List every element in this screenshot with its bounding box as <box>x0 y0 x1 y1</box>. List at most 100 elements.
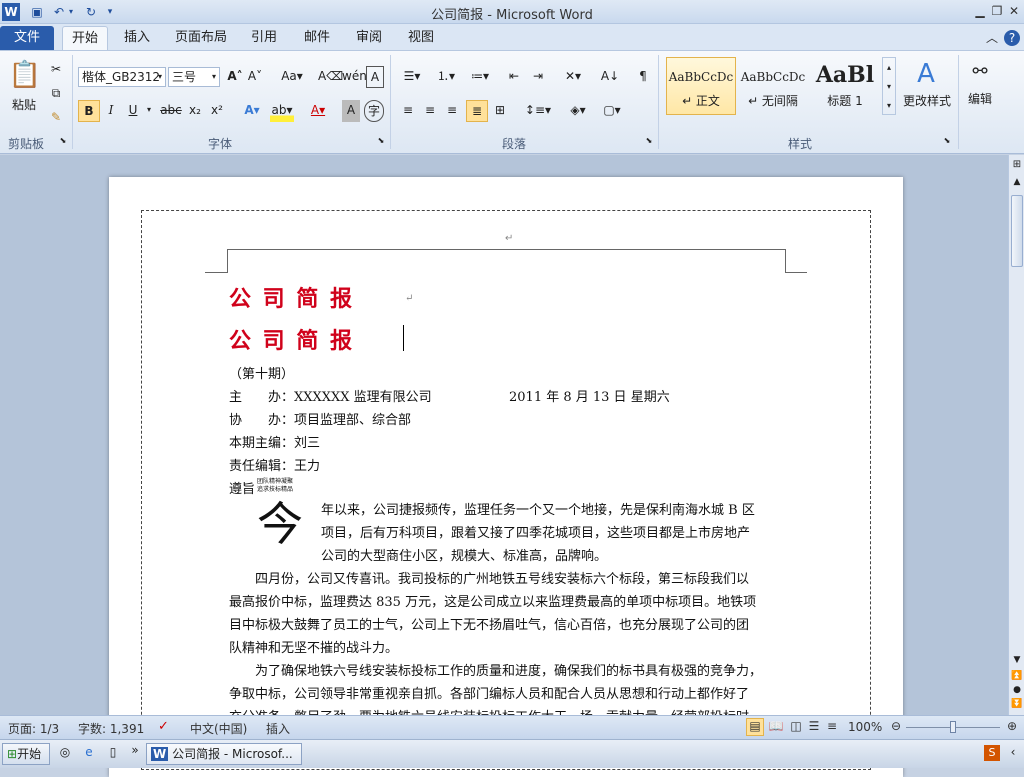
align-center-icon[interactable]: ≡ <box>420 100 440 122</box>
bullets-icon[interactable]: ☰▾ <box>398 66 426 88</box>
enclose-characters-icon[interactable]: 字 <box>364 100 384 122</box>
cohost-line[interactable]: 协 办：项目监理部、综合部 <box>229 409 411 428</box>
format-painter-icon[interactable]: ✎ <box>46 107 66 129</box>
insert-mode-indicator[interactable]: 插入 <box>266 720 290 737</box>
editing-button[interactable]: 编辑 <box>962 89 998 111</box>
tab-page-layout[interactable]: 页面布局 <box>170 26 232 50</box>
paragraph-1-line-2[interactable]: 项目，后有万科项目，跟着又接了四季花城项目，这些项目都是上市房地产 <box>321 522 750 541</box>
proofing-icon[interactable]: ✓ <box>158 719 169 734</box>
tray-app-icon[interactable]: S <box>984 745 1000 761</box>
paragraph-3-line-2[interactable]: 争取中标，公司领导非常重视亲自抓。各部门编标人员和配合人员从思想和行动上都作好了 <box>229 683 749 702</box>
start-button[interactable]: ⊞开始 <box>2 743 50 765</box>
underline-button[interactable]: U <box>124 100 142 122</box>
decrease-indent-icon[interactable]: ⇤ <box>504 66 524 88</box>
minimize-icon[interactable]: ▁ <box>972 3 988 19</box>
change-case-icon[interactable]: Aa▾ <box>278 66 306 88</box>
tab-mailings[interactable]: 邮件 <box>296 26 338 50</box>
distributed-icon[interactable]: ⊞ <box>490 100 510 122</box>
character-shading-icon[interactable]: A <box>342 100 360 122</box>
clipboard-launcher-icon[interactable]: ⬊ <box>58 135 68 147</box>
numbering-icon[interactable]: ⒈▾ <box>432 66 460 88</box>
style-no-spacing[interactable]: AaBbCcDc ↵ 无间隔 <box>738 57 808 115</box>
increase-indent-icon[interactable]: ⇥ <box>528 66 548 88</box>
find-binoculars-icon[interactable]: ⚯ <box>966 57 994 87</box>
ruler-toggle-icon[interactable]: ⊞ <box>1010 159 1024 175</box>
paragraph-1-line-3[interactable]: 公司的大型商住小区，规模大、标准高，品牌响。 <box>321 545 607 564</box>
text-effects-icon[interactable]: A▾ <box>240 100 264 122</box>
styles-launcher-icon[interactable]: ⬊ <box>942 135 952 147</box>
restore-icon[interactable]: ❐ <box>989 3 1005 19</box>
justify-icon[interactable]: ≣ <box>466 100 488 122</box>
paragraph-3-line-1[interactable]: 为了确保地铁六号线安装标投标工作的质量和进度，确保我们的标书具有极强的竞争力， <box>255 660 762 679</box>
tab-insert[interactable]: 插入 <box>116 26 158 50</box>
align-right-icon[interactable]: ≡ <box>442 100 462 122</box>
change-styles-button[interactable]: 更改样式 <box>900 91 954 113</box>
zoom-in-icon[interactable]: ⊕ <box>1004 719 1020 733</box>
italic-button[interactable]: I <box>102 100 120 122</box>
paragraph-1-line-1[interactable]: 年以来，公司捷报频传，监理任务一个又一个地接，先是保利南海水城 B 区 <box>321 499 755 518</box>
subscript-icon[interactable]: x₂ <box>186 100 204 122</box>
next-page-icon[interactable]: ⏬ <box>1010 699 1024 713</box>
scroll-thumb[interactable] <box>1011 195 1023 267</box>
borders-icon[interactable]: ▢▾ <box>598 100 626 122</box>
doc-title-2[interactable]: 公 司 简 报 <box>229 323 354 355</box>
paragraph-2-line-3[interactable]: 目中标极大鼓舞了员工的士气，公司上下无不扬眉吐气，信心百倍，也充分展现了公司的团 <box>229 614 749 633</box>
align-left-icon[interactable]: ≡ <box>398 100 418 122</box>
document-page[interactable]: ↵ 公 司 简 报 ↵ 公 司 简 报 （第十期） 主 办：XXXXXX 监理有… <box>109 177 903 777</box>
tray-expand-icon[interactable]: ‹ <box>1006 745 1020 759</box>
chief-editor-line[interactable]: 本期主编：刘三 <box>229 432 320 451</box>
font-name-combo[interactable]: 楷体_GB2312 ▾ <box>78 67 166 87</box>
language-indicator[interactable]: 中文(中国) <box>190 720 247 737</box>
shrink-font-icon[interactable]: A˅ <box>246 66 264 88</box>
host-line[interactable]: 主 办：XXXXXX 监理有限公司 <box>229 386 432 405</box>
font-size-combo[interactable]: 三号 ▾ <box>168 67 220 87</box>
draft-icon[interactable]: ≡ <box>824 719 840 733</box>
show-marks-icon[interactable]: ¶ <box>634 66 652 88</box>
tab-view[interactable]: 视图 <box>400 26 442 50</box>
quicklaunch-icon[interactable]: ◎ <box>56 745 74 759</box>
superscript-icon[interactable]: x² <box>208 100 226 122</box>
copy-icon[interactable]: ⧉ <box>46 83 66 105</box>
issue-number[interactable]: （第十期） <box>229 363 294 382</box>
font-launcher-icon[interactable]: ⬊ <box>376 135 386 147</box>
style-heading1[interactable]: AaBl 标题 1 <box>810 57 880 115</box>
web-layout-icon[interactable]: ◫ <box>788 719 804 733</box>
styles-scroll-icon[interactable]: ▴ ▾ ▾ <box>882 57 896 115</box>
taskbar-word-button[interactable]: W 公司简报 - Microsof... <box>146 743 302 765</box>
print-layout-icon[interactable]: ▤ <box>746 718 764 736</box>
scroll-up-icon[interactable]: ▲ <box>1010 177 1024 191</box>
motto-label[interactable]: 遵旨 <box>229 478 255 497</box>
paragraph-2-line-2[interactable]: 最高报价中标，监理费达 835 万元，这是公司成立以来监理费最高的单项中标项目。… <box>229 591 756 610</box>
highlight-icon[interactable]: ab▾ <box>270 100 294 122</box>
drop-cap[interactable]: 今 <box>257 495 303 553</box>
word-count[interactable]: 字数: 1,391 <box>78 720 144 737</box>
zoom-out-icon[interactable]: ⊖ <box>888 719 904 733</box>
quicklaunch-app-icon[interactable]: ▯ <box>104 745 122 759</box>
sort-icon[interactable]: A↓ <box>600 66 620 88</box>
cut-icon[interactable]: ✂ <box>46 59 66 81</box>
scroll-down-icon[interactable]: ▼ <box>1010 655 1024 669</box>
help-icon[interactable]: ? <box>1004 30 1020 46</box>
full-screen-reading-icon[interactable]: 📖 <box>768 719 784 733</box>
internet-explorer-icon[interactable]: e <box>80 745 98 759</box>
line-spacing-icon[interactable]: ↕≡▾ <box>524 100 552 122</box>
change-styles-icon[interactable]: A <box>902 59 950 89</box>
paragraph-launcher-icon[interactable]: ⬊ <box>644 135 654 147</box>
paste-icon[interactable]: 📋 <box>8 55 42 95</box>
taskbar-overflow-icon[interactable]: » <box>128 743 142 757</box>
zoom-level[interactable]: 100% <box>848 720 882 734</box>
doc-title-1[interactable]: 公 司 简 报 <box>229 281 354 313</box>
issue-date[interactable]: 2011 年 8 月 13 日 星期六 <box>509 386 670 405</box>
character-border-icon[interactable]: A <box>366 66 384 88</box>
previous-page-icon[interactable]: ⏫ <box>1010 671 1024 685</box>
tab-references[interactable]: 引用 <box>244 26 284 50</box>
phonetic-guide-icon[interactable]: wén <box>342 66 367 88</box>
tab-file[interactable]: 文件 <box>0 26 54 50</box>
zoom-slider-thumb[interactable] <box>950 721 956 733</box>
font-color-icon[interactable]: A▾ <box>306 100 330 122</box>
paragraph-2-line-1[interactable]: 四月份，公司又传喜讯。我司投标的广州地铁五号线安装标六个标段，第三标段我们以 <box>255 568 749 587</box>
style-normal[interactable]: AaBbCcDc ↵ 正文 <box>666 57 736 115</box>
vertical-scrollbar[interactable]: ⊞ ▲ ▼ ⏫ ● ⏬ <box>1008 155 1024 715</box>
clear-formatting-icon[interactable]: A⌫ <box>318 66 343 88</box>
strikethrough-icon[interactable]: abc <box>160 100 182 122</box>
